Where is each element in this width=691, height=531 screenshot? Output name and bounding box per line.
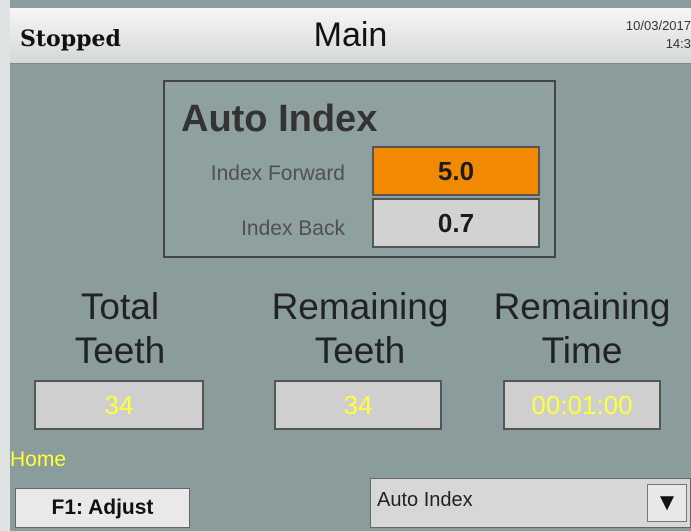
header-date: 10/03/2017 — [625, 18, 691, 33]
remaining-teeth-value: 34 — [274, 380, 442, 430]
total-teeth-value: 34 — [34, 380, 204, 430]
remaining-teeth-label: Remaining Teeth — [250, 285, 470, 373]
index-back-field[interactable]: 0.7 — [372, 198, 540, 248]
remaining-time-label: Remaining Time — [482, 285, 682, 373]
remaining-time-value: 00:01:00 — [503, 380, 661, 430]
total-teeth-label-line1: Total — [80, 286, 160, 327]
hmi-screen: Stopped Main 10/03/2017 14:3 Auto Index … — [0, 0, 691, 531]
page-title: Main — [313, 16, 388, 54]
remaining-time-label-line1: Remaining — [493, 286, 671, 327]
remaining-time-label-line2: Time — [541, 330, 623, 371]
remaining-teeth-label-line2: Teeth — [314, 330, 406, 371]
dropdown-arrow-icon[interactable]: ▼ — [647, 484, 687, 522]
remaining-teeth-label-line1: Remaining — [271, 286, 449, 327]
mode-dropdown-value: Auto Index — [377, 489, 473, 511]
left-bezel — [0, 0, 10, 531]
index-forward-field[interactable]: 5.0 — [372, 146, 540, 196]
total-teeth-label: Total Teeth — [20, 285, 220, 373]
home-link[interactable]: Home — [10, 448, 66, 472]
mode-dropdown[interactable]: Auto Index ▼ — [370, 478, 691, 528]
total-teeth-label-line2: Teeth — [74, 330, 166, 371]
auto-index-title: Auto Index — [181, 98, 378, 140]
header-time: 14:3 — [665, 36, 691, 51]
index-forward-label: Index Forward — [210, 162, 345, 185]
auto-index-panel: Auto Index Index Forward 5.0 Index Back … — [163, 80, 556, 258]
f1-adjust-button[interactable]: F1: Adjust — [15, 488, 190, 528]
index-back-label: Index Back — [241, 217, 345, 240]
header-bar: Stopped Main 10/03/2017 14:3 — [10, 8, 691, 64]
